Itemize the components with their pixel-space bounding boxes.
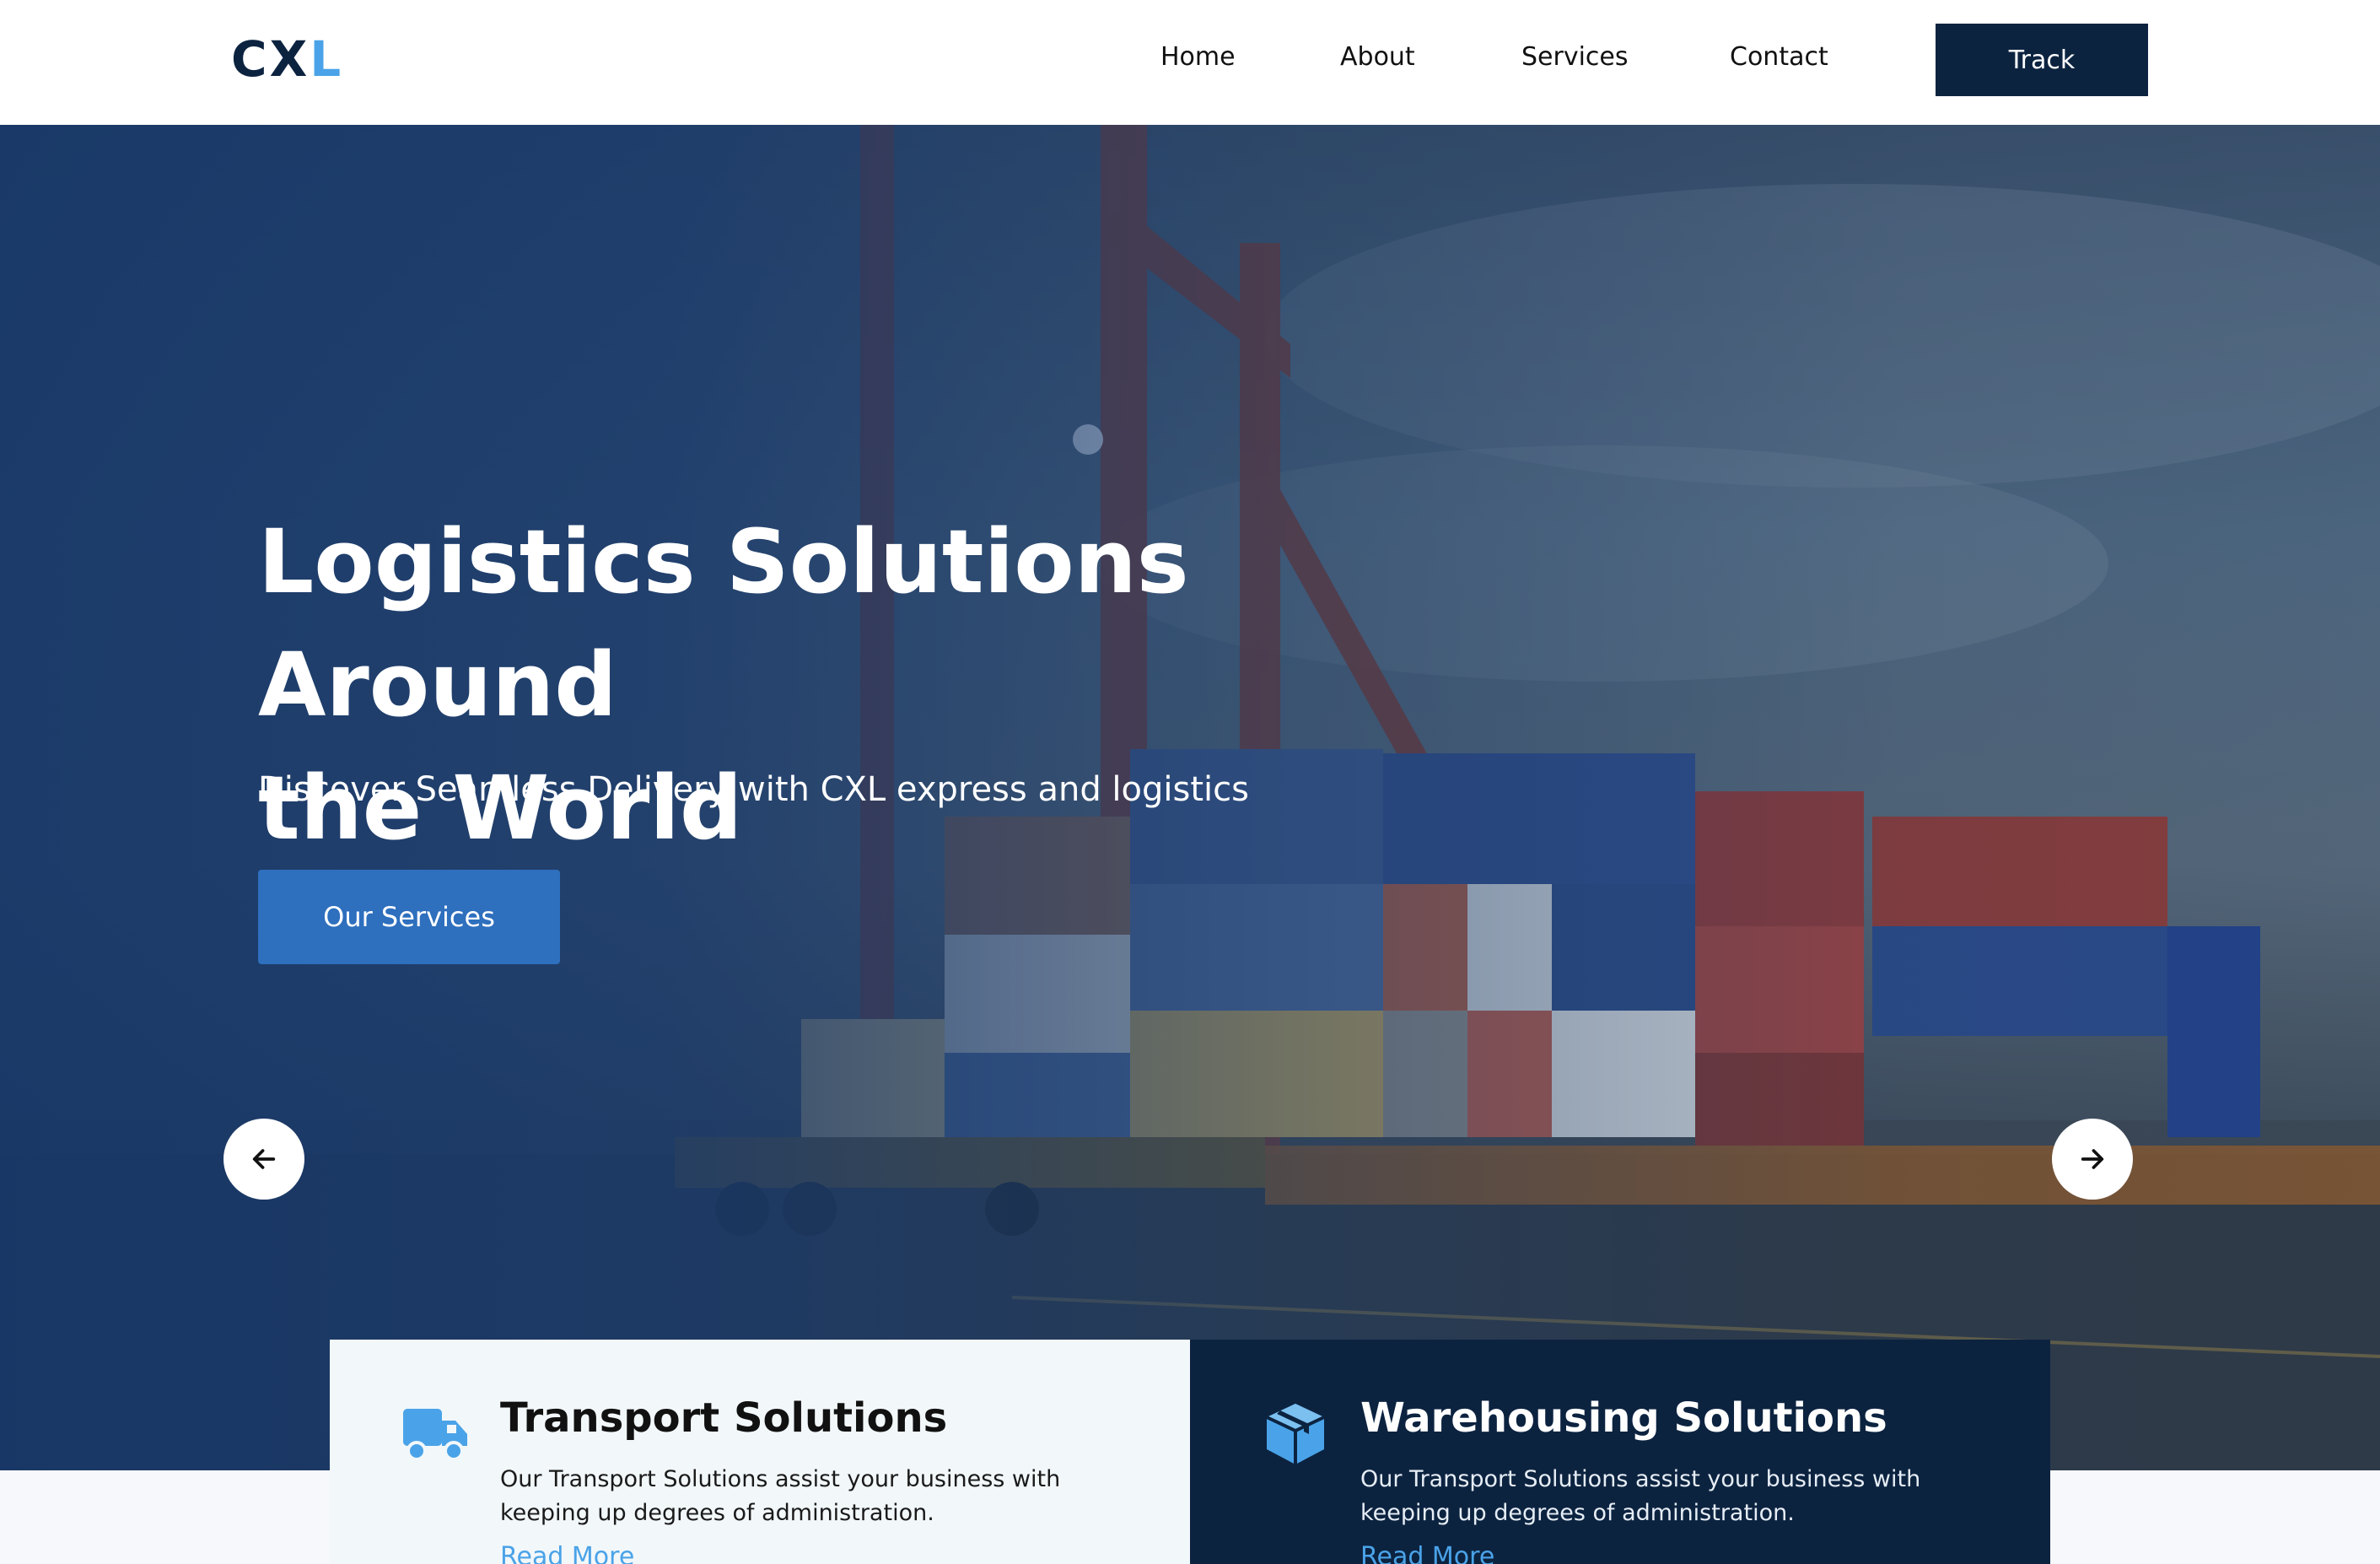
nav-contact[interactable]: Contact xyxy=(1730,42,1828,72)
slider-next-button[interactable] xyxy=(2052,1119,2133,1200)
logo-accent: L xyxy=(310,30,344,88)
read-more-link[interactable]: Read More xyxy=(500,1542,634,1564)
nav-services[interactable]: Services xyxy=(1521,42,1629,72)
nav-home[interactable]: Home xyxy=(1160,42,1236,72)
our-services-button[interactable]: Our Services xyxy=(258,870,560,964)
hero-subtitle: Discover Seamless Delivery with CXL expr… xyxy=(258,770,1249,809)
hero-title: Logistics Solutions Around the World xyxy=(258,500,1439,870)
logo[interactable]: CXL xyxy=(231,30,343,88)
truck-icon xyxy=(403,1409,467,1461)
track-button[interactable]: Track xyxy=(1936,24,2148,96)
card-title: Warehousing Solutions xyxy=(1360,1394,1887,1442)
hero-section: Logistics Solutions Around the World Dis… xyxy=(0,125,2380,1470)
arrow-left-icon xyxy=(252,1149,276,1169)
service-card-transport: Transport Solutions Our Transport Soluti… xyxy=(330,1340,1190,1564)
hero-title-line1: Logistics Solutions Around xyxy=(258,510,1189,736)
logo-main: CX xyxy=(231,30,310,88)
card-description: Our Transport Solutions assist your busi… xyxy=(1360,1466,1921,1526)
box-icon xyxy=(1266,1404,1325,1464)
card-title: Transport Solutions xyxy=(500,1394,948,1442)
slider-prev-button[interactable] xyxy=(223,1119,304,1200)
card-description: Our Transport Solutions assist your busi… xyxy=(500,1466,1061,1526)
nav-about[interactable]: About xyxy=(1340,42,1415,72)
service-card-warehousing: Warehousing Solutions Our Transport Solu… xyxy=(1190,1340,2050,1564)
site-header: CXL Home About Services Contact Track xyxy=(0,0,2380,125)
arrow-right-icon xyxy=(2081,1149,2104,1169)
read-more-link[interactable]: Read More xyxy=(1360,1542,1494,1564)
